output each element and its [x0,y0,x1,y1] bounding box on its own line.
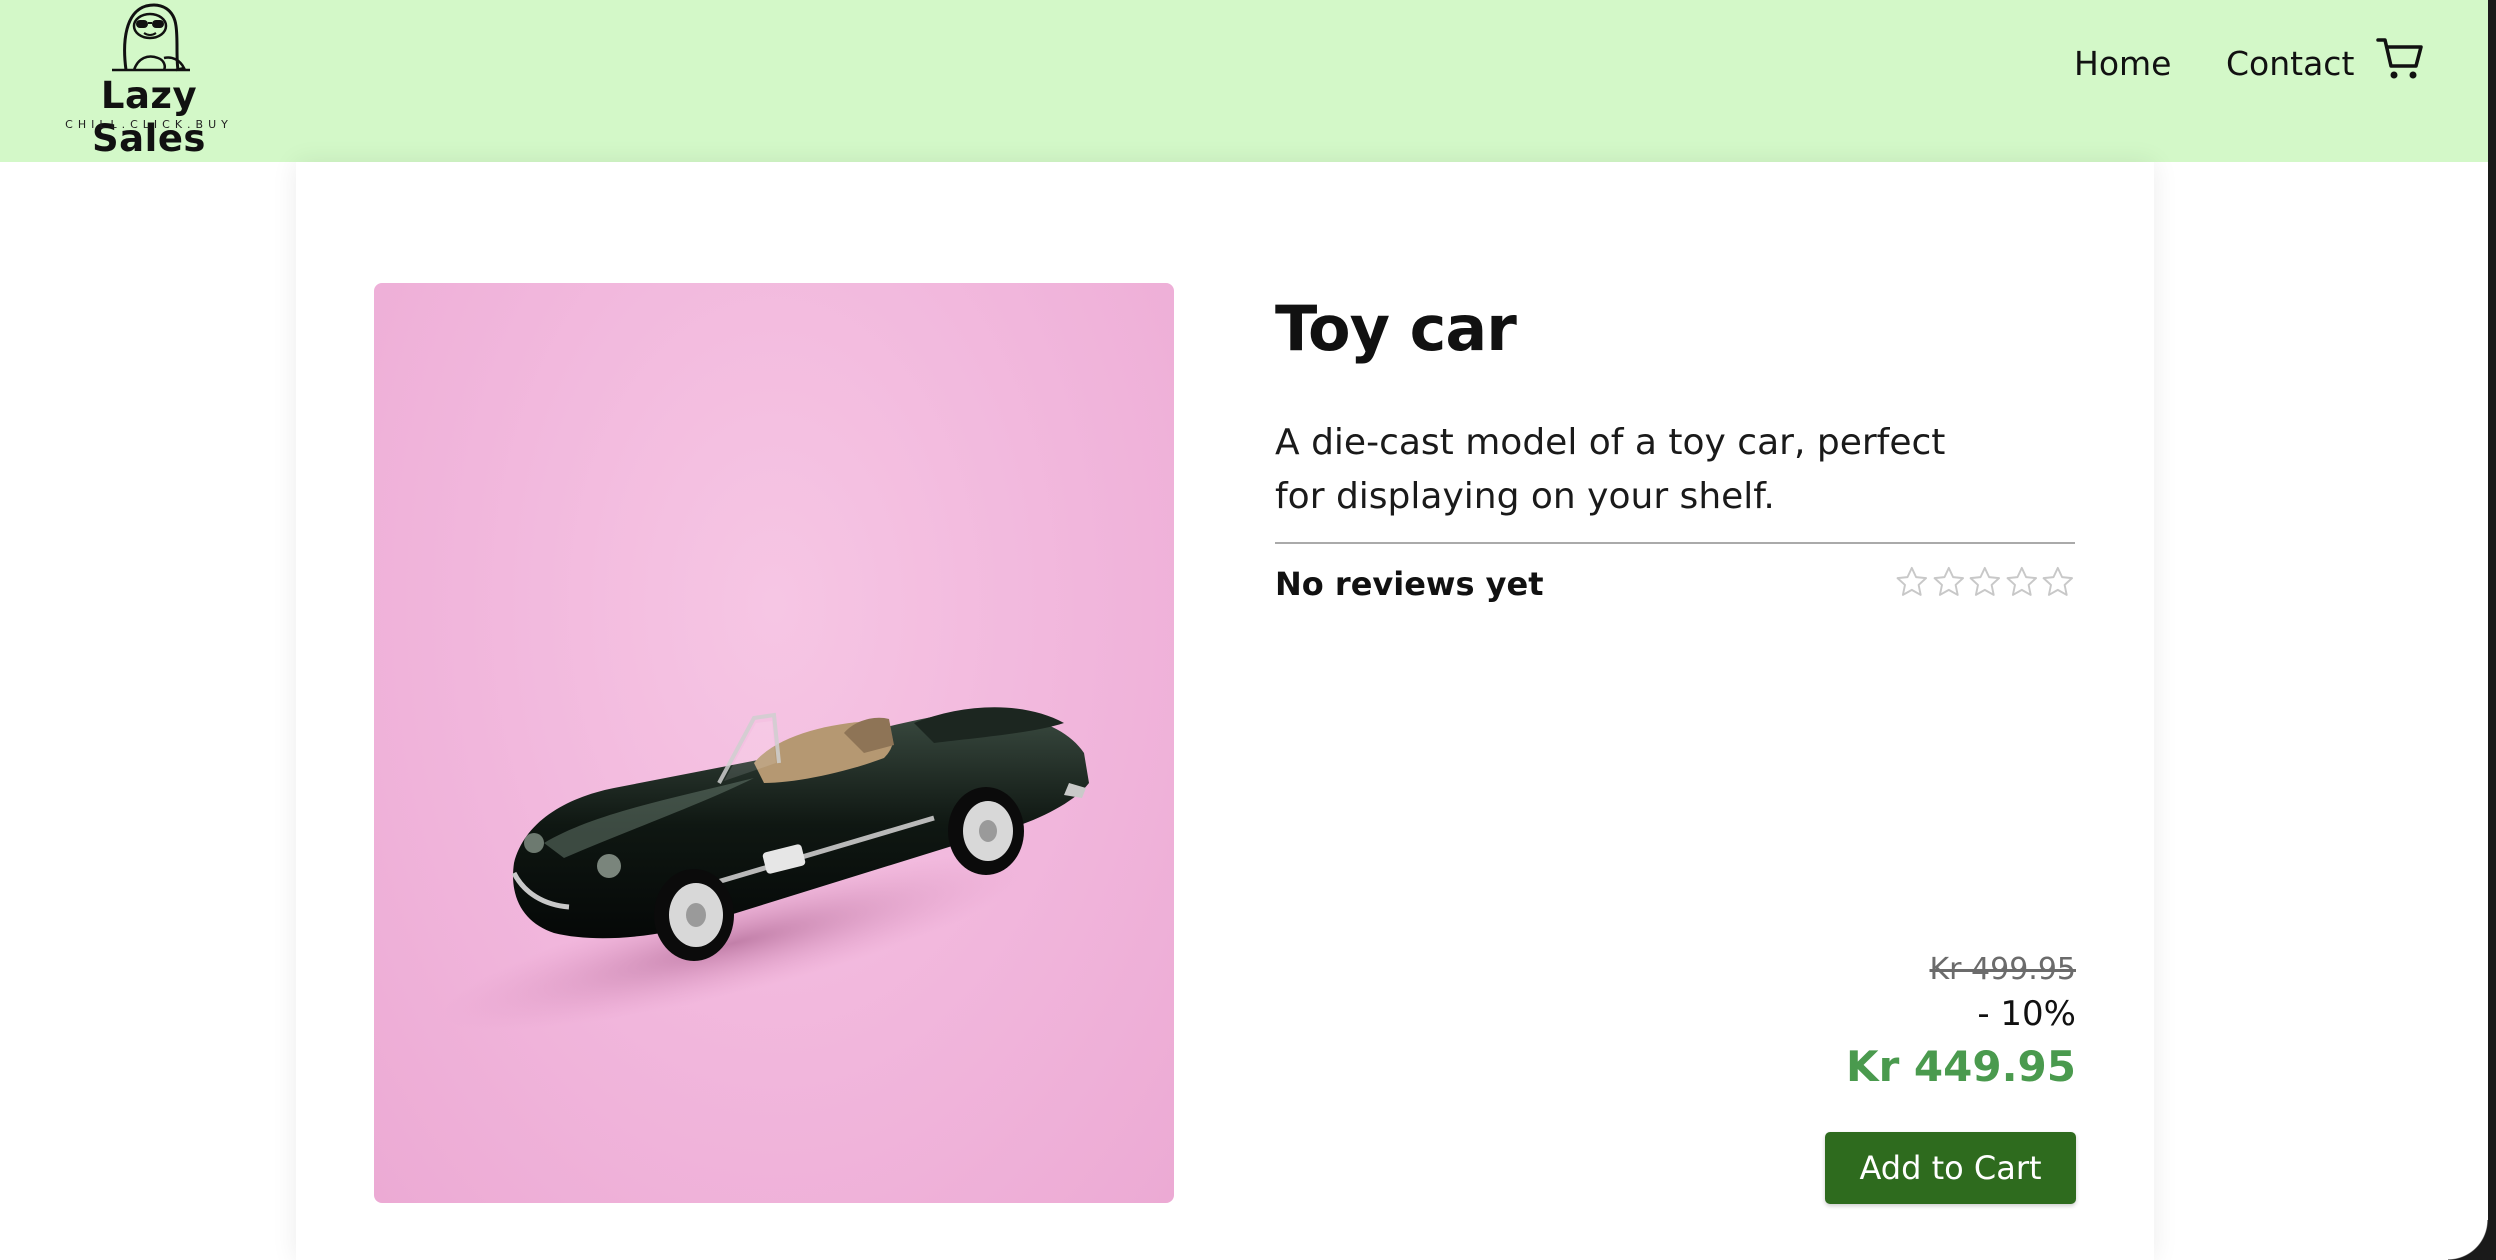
cart-icon[interactable] [2376,34,2424,82]
logo-tagline: CHILL.CLICK.BUY [65,118,233,131]
reviews-label: No reviews yet [1275,565,1544,603]
toy-car-image [442,707,1089,1031]
logo[interactable]: Lazy Sales CHILL.CLICK.BUY [44,0,254,160]
star-icon [1969,566,2001,596]
star-icon [2006,566,2037,596]
star-icon [1933,566,1964,596]
nav-link-contact[interactable]: Contact [2226,44,2354,84]
original-price: Kr 499.95 [1929,952,2076,987]
sloth-mascot-icon [112,3,190,72]
current-price: Kr 449.95 [1846,1042,2076,1091]
product-title: Toy car [1275,292,1517,365]
star-icon [1896,566,1927,596]
divider [1275,542,2075,544]
product-image [374,283,1174,1203]
window-corner [2448,1220,2488,1260]
star-rating [1894,564,2076,602]
star-icon [2042,566,2074,596]
nav-link-home[interactable]: Home [2074,44,2171,84]
site-header: Lazy Sales CHILL.CLICK.BUY Home Contact [0,0,2488,162]
logo-name: Lazy Sales [92,74,206,160]
product-card: Toy car A die-cast model of a toy car, p… [296,162,2154,1260]
product-description: A die-cast model of a toy car, perfect f… [1275,422,1946,517]
add-to-cart-button[interactable]: Add to Cart [1825,1132,2076,1204]
price-block: Kr 499.95 - 10% Kr 449.95 [1576,950,2076,1096]
window-edge [2488,0,2496,1260]
discount-badge: - 10% [1977,994,2076,1034]
